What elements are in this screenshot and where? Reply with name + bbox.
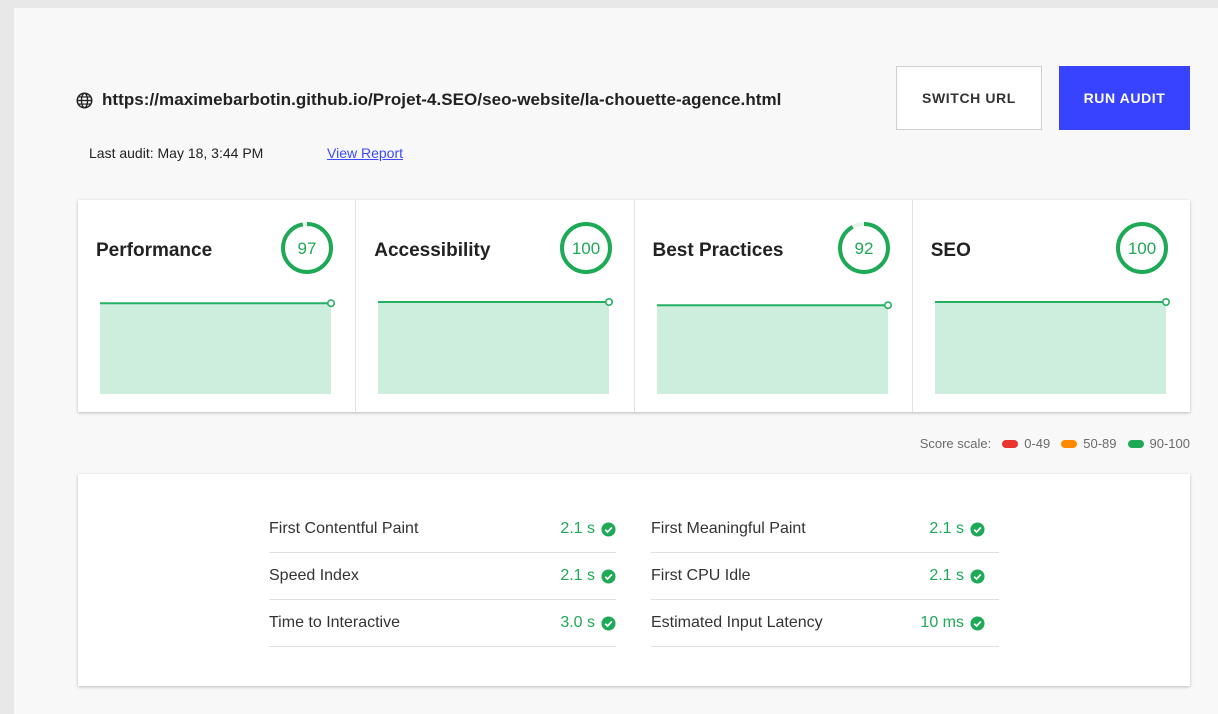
check-circle-icon bbox=[970, 568, 985, 584]
score-card-seo[interactable]: SEO 100 bbox=[913, 200, 1190, 412]
score-history-chart bbox=[378, 298, 614, 394]
score-scale-label: Score scale: bbox=[919, 436, 992, 451]
metrics-panel: First Contentful Paint 2.1 s Speed Index… bbox=[78, 474, 1190, 686]
card-title: SEO bbox=[930, 240, 971, 261]
globe-icon bbox=[76, 92, 93, 108]
check-circle-icon bbox=[601, 568, 616, 584]
metric-row: First Contentful Paint 2.1 s bbox=[269, 506, 616, 553]
metric-value-text: 10 ms bbox=[920, 614, 964, 631]
scale-range-label: 90-100 bbox=[1149, 436, 1190, 451]
score-value: 92 bbox=[854, 239, 873, 258]
scale-range-fail: 0-49 bbox=[1002, 436, 1050, 451]
score-gauge: 100 bbox=[559, 222, 612, 274]
metric-row: First CPU Idle 2.1 s bbox=[651, 553, 999, 600]
score-history-chart bbox=[934, 298, 1170, 394]
page: https://maximebarbotin.github.io/Projet-… bbox=[14, 8, 1218, 714]
scale-range-pass: 90-100 bbox=[1127, 436, 1190, 451]
score-gauge: 100 bbox=[1116, 222, 1168, 274]
card-title: Best Practices bbox=[652, 240, 784, 261]
metric-value: 2.1 s bbox=[929, 520, 985, 538]
score-history-chart bbox=[100, 299, 336, 394]
card-title: Performance bbox=[96, 240, 213, 261]
view-report-link[interactable]: View Report bbox=[327, 145, 403, 161]
metric-value: 2.1 s bbox=[929, 567, 985, 585]
metric-row: Estimated Input Latency 10 ms bbox=[651, 600, 999, 647]
scale-range-label: 0-49 bbox=[1024, 436, 1051, 451]
metric-row: Time to Interactive 3.0 s bbox=[269, 600, 616, 647]
metric-label: Estimated Input Latency bbox=[651, 614, 823, 631]
last-audit-text: Last audit: May 18, 3:44 PM bbox=[89, 145, 264, 161]
metric-label: Time to Interactive bbox=[269, 614, 401, 631]
check-circle-icon bbox=[601, 521, 616, 537]
metric-row: First Meaningful Paint 2.1 s bbox=[651, 506, 999, 553]
card-title: Accessibility bbox=[374, 240, 491, 261]
score-area bbox=[100, 303, 331, 394]
metrics-column-left: First Contentful Paint 2.1 s Speed Index… bbox=[269, 506, 616, 647]
metric-value-text: 2.1 s bbox=[929, 520, 964, 537]
score-value: 97 bbox=[298, 239, 317, 258]
red-pill-icon bbox=[1002, 439, 1019, 448]
metrics-column-right: First Meaningful Paint 2.1 s First CPU I… bbox=[651, 506, 999, 647]
metric-value: 3.0 s bbox=[560, 614, 616, 632]
audited-url: https://maximebarbotin.github.io/Projet-… bbox=[102, 90, 782, 109]
orange-pill-icon bbox=[1061, 439, 1078, 448]
score-history-chart bbox=[656, 301, 892, 394]
score-cards: Performance 97 Accessibility 100 Best Pr… bbox=[78, 200, 1190, 412]
metric-value-text: 2.1 s bbox=[560, 520, 595, 537]
metric-value: 10 ms bbox=[920, 614, 985, 632]
score-card-performance[interactable]: Performance 97 bbox=[78, 200, 357, 412]
score-scale-legend: Score scale: 0-49 50-89 90-100 bbox=[920, 436, 1190, 451]
metric-value: 2.1 s bbox=[560, 567, 616, 585]
score-point bbox=[605, 298, 614, 306]
run-audit-button[interactable]: RUN AUDIT bbox=[1059, 66, 1190, 130]
scale-range-average: 50-89 bbox=[1061, 436, 1117, 451]
metric-label: Speed Index bbox=[269, 567, 359, 584]
score-area bbox=[378, 302, 610, 394]
score-area bbox=[656, 305, 888, 394]
score-gauge: 97 bbox=[281, 222, 334, 274]
metric-label: First Contentful Paint bbox=[269, 520, 419, 537]
green-pill-icon bbox=[1127, 439, 1144, 448]
metric-row: Speed Index 2.1 s bbox=[269, 553, 616, 600]
url-display: https://maximebarbotin.github.io/Projet-… bbox=[76, 88, 781, 112]
score-value: 100 bbox=[571, 239, 599, 258]
check-circle-icon bbox=[970, 521, 985, 537]
score-point bbox=[1161, 298, 1170, 306]
metric-value-text: 2.1 s bbox=[929, 567, 964, 584]
score-area bbox=[934, 302, 1166, 394]
check-circle-icon bbox=[970, 615, 985, 631]
metric-value-text: 3.0 s bbox=[560, 614, 595, 631]
metric-label: First CPU Idle bbox=[651, 567, 751, 584]
score-point bbox=[327, 299, 336, 308]
score-gauge: 92 bbox=[837, 222, 890, 274]
metric-label: First Meaningful Paint bbox=[651, 520, 806, 537]
switch-url-button[interactable]: SWITCH URL bbox=[896, 66, 1042, 130]
score-card-accessibility[interactable]: Accessibility 100 bbox=[356, 200, 635, 412]
metric-value: 2.1 s bbox=[560, 520, 616, 538]
scale-range-label: 50-89 bbox=[1083, 436, 1117, 451]
check-circle-icon bbox=[601, 615, 616, 631]
metric-value-text: 2.1 s bbox=[560, 567, 595, 584]
score-value: 100 bbox=[1128, 239, 1156, 258]
score-card-best-practices[interactable]: Best Practices 92 bbox=[635, 200, 913, 412]
score-point bbox=[883, 301, 892, 310]
